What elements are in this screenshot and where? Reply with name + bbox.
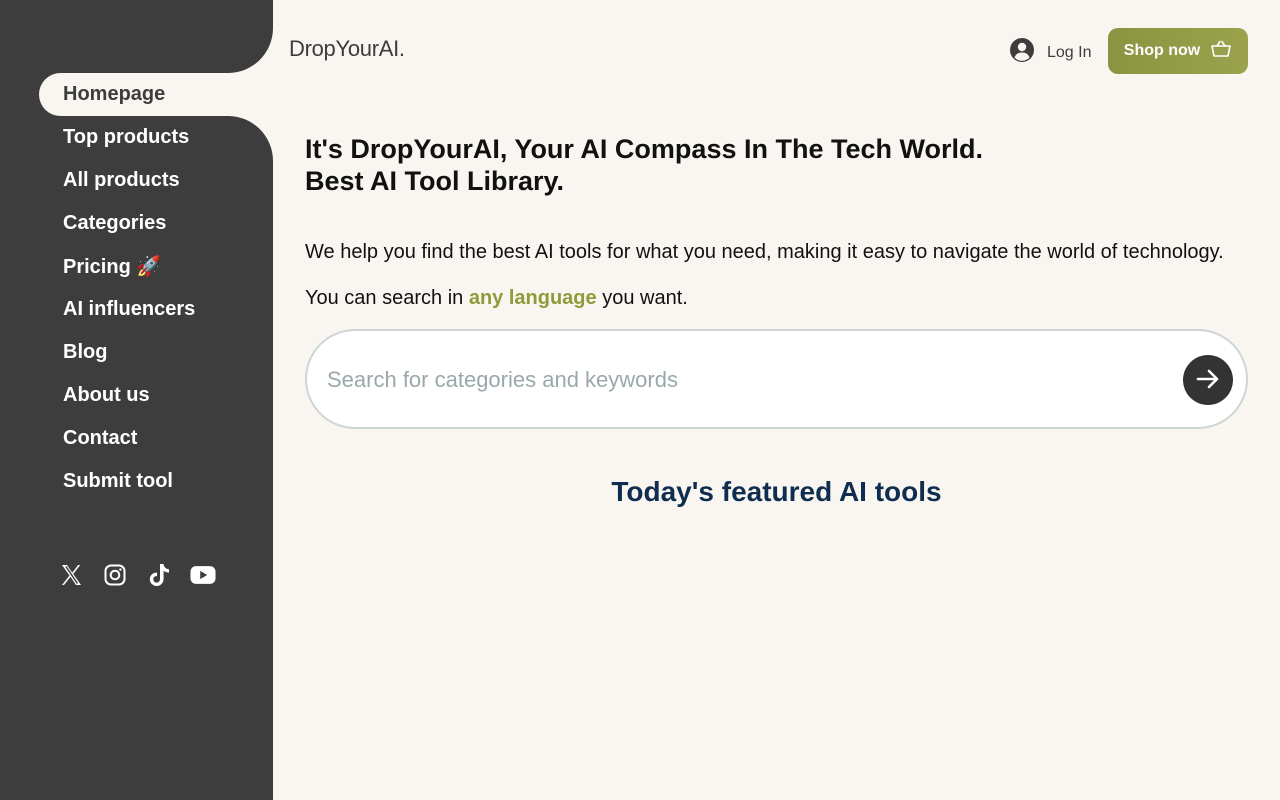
sidebar-item-label: AI influencers [63,298,196,320]
login-label: Log In [1047,43,1092,61]
shop-now-label: Shop now [1123,42,1201,59]
arrow-right-icon [1194,365,1222,396]
language-text-before: You can search in [305,287,469,309]
sidebar-item-top-products[interactable]: Top products [39,116,273,159]
intro-text: We help you find the best AI tools for w… [305,241,1224,263]
search-input[interactable] [327,359,1167,401]
search-bar [305,329,1248,429]
sidebar-item-contact[interactable]: Contact [39,417,273,460]
sidebar-item-label: All products [63,169,180,191]
headline-line-1: It's DropYourAI, Your AI Compass In The … [305,134,983,164]
sidebar-item-label: Homepage [63,83,166,105]
login-link[interactable]: Log In [1009,37,1091,68]
sidebar-item-label: Categories [63,212,167,234]
sidebar-item-label: Pricing 🚀 [63,256,162,278]
language-text: You can search in any language you want. [305,287,688,310]
user-avatar-icon [1009,37,1035,68]
sidebar-item-label: Submit tool [63,470,173,492]
x-icon[interactable] [58,560,84,590]
sidebar-item-categories[interactable]: Categories [39,202,273,245]
sidebar-nav: Homepage Top products All products Categ… [39,73,273,503]
social-links [58,560,216,590]
sidebar-item-pricing[interactable]: Pricing 🚀 [39,245,273,288]
sidebar-item-about-us[interactable]: About us [39,374,273,417]
search-submit-button[interactable] [1183,355,1233,405]
sidebar-item-blog[interactable]: Blog [39,331,273,374]
shopping-basket-icon [1210,40,1232,63]
youtube-icon[interactable] [190,560,216,590]
page-title: It's DropYourAI, Your AI Compass In The … [305,133,983,197]
sidebar-item-ai-influencers[interactable]: AI influencers [39,288,273,331]
sidebar-item-homepage[interactable]: Homepage [39,73,273,116]
featured-tools-heading: Today's featured AI tools [611,476,942,507]
sidebar-item-label: Top products [63,126,190,148]
sidebar-item-label: Contact [63,427,138,449]
sidebar-item-label: Blog [63,341,108,363]
sidebar-item-submit-tool[interactable]: Submit tool [39,460,273,503]
tiktok-icon[interactable] [146,560,172,590]
any-language-highlight: any language [468,287,597,309]
instagram-icon[interactable] [102,560,128,590]
headline-line-2: Best AI Tool Library. [305,166,565,196]
brand-logo[interactable]: DropYourAI. [289,36,405,62]
shop-now-button[interactable]: Shop now [1108,28,1248,74]
language-text-after: you want. [596,287,688,309]
sidebar-item-all-products[interactable]: All products [39,159,273,202]
sidebar-item-label: About us [63,384,150,406]
sidebar: Homepage Top products All products Categ… [0,0,273,800]
